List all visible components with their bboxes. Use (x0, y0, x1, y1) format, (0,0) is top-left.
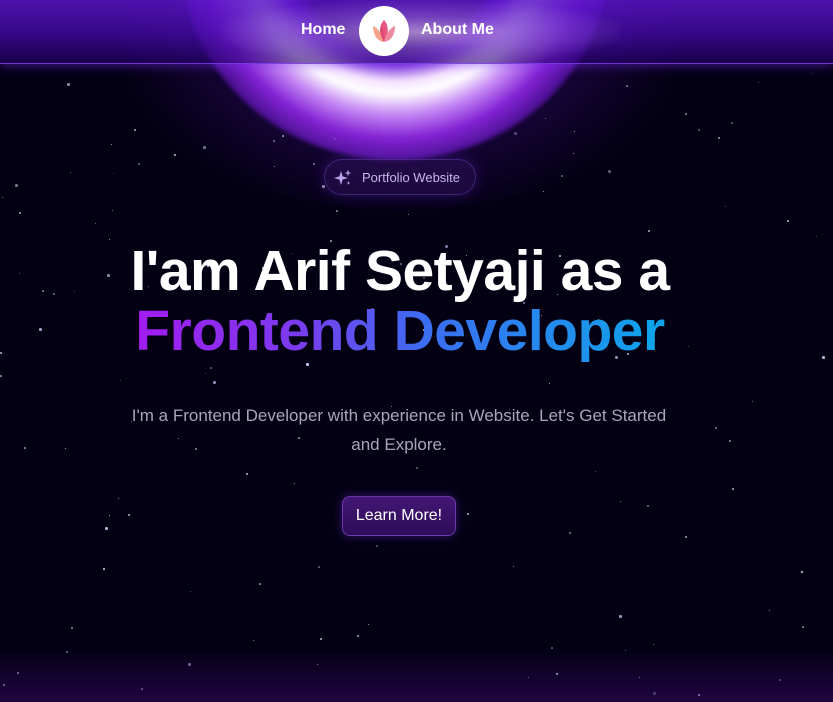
star (685, 536, 687, 538)
star (111, 144, 112, 145)
star (205, 373, 206, 374)
hero-role-text: Frontend Developer (135, 299, 665, 363)
star (620, 501, 621, 502)
star (467, 513, 469, 515)
star (0, 375, 2, 377)
star (336, 210, 338, 212)
logo[interactable] (359, 6, 409, 56)
star (816, 236, 817, 237)
star (368, 624, 369, 625)
star (752, 401, 753, 402)
hero-title-line1: I'am Arif Setyaji as a (130, 239, 670, 303)
star (787, 220, 789, 222)
star (648, 230, 650, 232)
star (253, 640, 254, 641)
star (725, 206, 726, 207)
star (128, 514, 130, 516)
star (376, 545, 378, 547)
star (729, 440, 731, 442)
star (318, 566, 320, 568)
star (685, 113, 687, 115)
star (569, 532, 571, 534)
star (24, 447, 26, 449)
star (95, 223, 96, 224)
star (113, 173, 114, 174)
star (2, 197, 3, 198)
star (802, 626, 804, 628)
star (416, 467, 418, 469)
star (715, 427, 717, 429)
star (731, 122, 733, 124)
star (134, 129, 136, 131)
star (513, 566, 514, 567)
star (138, 163, 140, 165)
star (112, 210, 113, 211)
star (103, 568, 105, 570)
landing-page: Home About Me Portfolio Website I'am Ari… (0, 0, 833, 702)
top-navbar: Home About Me (0, 0, 833, 64)
bottom-glow (0, 648, 833, 702)
star (718, 137, 720, 139)
star (210, 367, 212, 369)
star (357, 635, 359, 637)
star (769, 610, 770, 611)
star (109, 515, 110, 516)
star (543, 191, 544, 192)
star (732, 488, 734, 490)
star (801, 571, 803, 573)
star (190, 591, 191, 592)
star (246, 473, 248, 475)
star (259, 583, 261, 585)
sparkles-icon (334, 169, 352, 185)
star (67, 83, 70, 86)
star (812, 73, 813, 74)
star (65, 448, 66, 449)
star (105, 527, 108, 530)
badge-label: Portfolio Website (362, 170, 461, 185)
star (653, 644, 654, 645)
star (213, 381, 216, 384)
hero-description: I'm a Frontend Developer with experience… (131, 406, 667, 454)
star (70, 172, 71, 173)
star (294, 483, 295, 484)
star (698, 129, 700, 131)
star (19, 212, 21, 214)
nav-link-about[interactable]: About Me (421, 21, 494, 39)
star (174, 154, 176, 156)
star (408, 214, 409, 215)
portfolio-badge: Portfolio Website (324, 159, 476, 195)
star (758, 82, 759, 83)
star (619, 615, 622, 618)
star (15, 184, 18, 187)
hero-title-line2: Frontend Developer (0, 298, 800, 364)
star (549, 383, 550, 384)
lotus-icon (373, 20, 395, 42)
star (595, 471, 596, 472)
star (71, 627, 73, 629)
star (120, 380, 121, 381)
star (647, 505, 649, 507)
star (822, 356, 825, 359)
star (118, 498, 119, 499)
star (608, 170, 611, 173)
learn-more-button[interactable]: Learn More! (342, 496, 456, 536)
star (320, 638, 322, 640)
nav-link-home[interactable]: Home (301, 21, 345, 39)
